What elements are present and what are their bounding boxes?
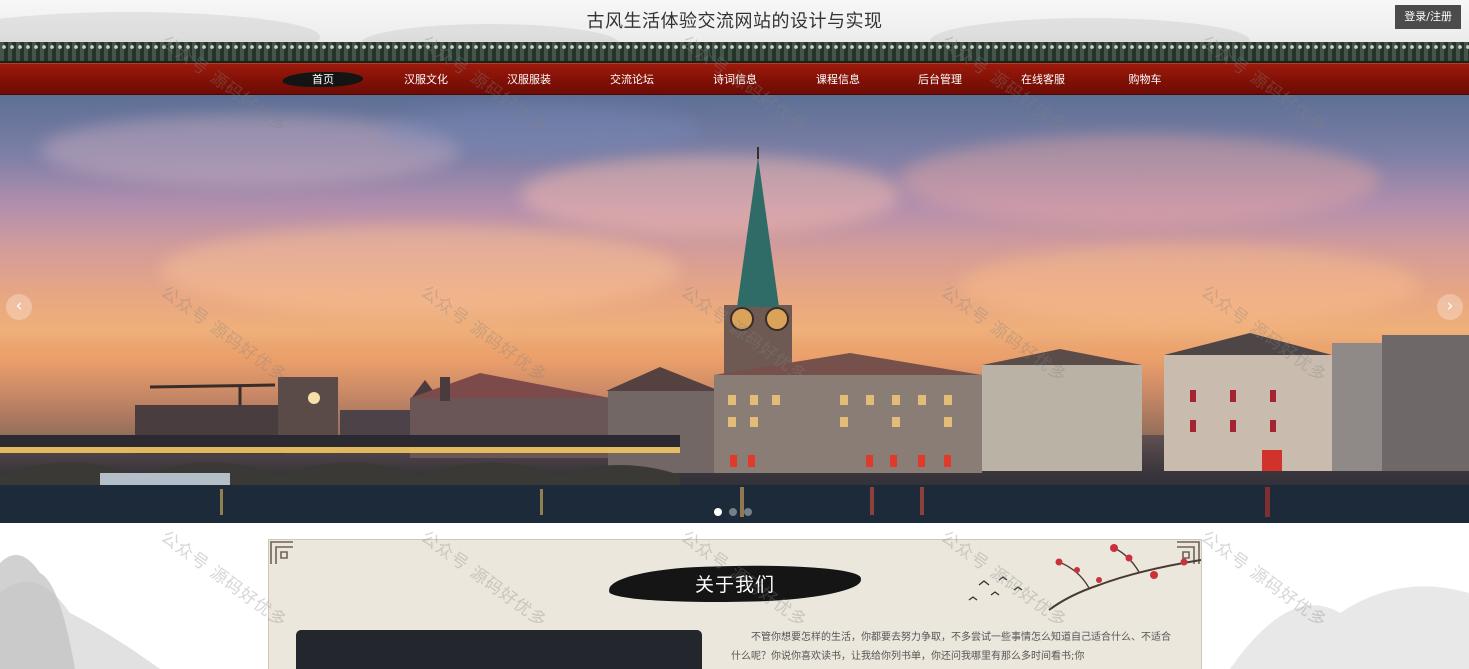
page: 古风生活体验交流网站的设计与实现 登录/注册 首页 汉服文化 汉服服装 交流论坛… bbox=[0, 0, 1469, 669]
about-text: 不管你想要怎样的生活，你都要去努力争取，不多尝试一些事情怎么知道自己适合什么、不… bbox=[731, 632, 1171, 662]
nav-item-poetry[interactable]: 诗词信息 bbox=[687, 64, 783, 95]
about-image bbox=[296, 630, 702, 669]
roof-tile-border bbox=[0, 42, 1469, 63]
nav-item-hanfu-clothing[interactable]: 汉服服装 bbox=[481, 64, 577, 95]
top-header: 古风生活体验交流网站的设计与实现 登录/注册 bbox=[0, 0, 1469, 42]
nav-item-label: 购物车 bbox=[1128, 73, 1162, 86]
nav-item-forum[interactable]: 交流论坛 bbox=[584, 64, 680, 95]
nav-item-label: 诗词信息 bbox=[713, 73, 757, 86]
nav-item-cart[interactable]: 购物车 bbox=[1097, 64, 1193, 95]
nav-item-home[interactable]: 首页 bbox=[275, 64, 371, 95]
nav-item-label: 首页 bbox=[312, 73, 334, 86]
about-heading: 关于我们 bbox=[694, 574, 775, 596]
nav-item-label: 交流论坛 bbox=[610, 73, 654, 86]
about-section: 关于我们 不管你想要怎样的生活，你都要去努力争取，不多尝试一些事情怎么知道自己适… bbox=[0, 523, 1469, 669]
carousel-dot[interactable] bbox=[729, 508, 737, 516]
carousel-dot[interactable] bbox=[714, 508, 722, 516]
nav-item-label: 后台管理 bbox=[918, 73, 962, 86]
carousel-next-arrow[interactable]: › bbox=[1437, 294, 1463, 320]
banner-carousel[interactable]: ‹ › bbox=[0, 95, 1469, 523]
corner-ornament-icon bbox=[270, 541, 293, 564]
main-nav: 首页 汉服文化 汉服服装 交流论坛 诗词信息 课程信息 后台管理 在线客服 购物… bbox=[0, 63, 1469, 95]
carousel-prev-arrow[interactable]: ‹ bbox=[6, 294, 32, 320]
nav-item-courses[interactable]: 课程信息 bbox=[790, 64, 886, 95]
carousel-dot[interactable] bbox=[744, 508, 752, 516]
login-register-button[interactable]: 登录/注册 bbox=[1395, 5, 1461, 29]
nav-item-customer-service[interactable]: 在线客服 bbox=[995, 64, 1091, 95]
nav-item-label: 汉服文化 bbox=[404, 73, 448, 86]
nav-item-admin[interactable]: 后台管理 bbox=[892, 64, 988, 95]
nav-item-label: 汉服服装 bbox=[507, 73, 551, 86]
city-skyline-image bbox=[0, 147, 1469, 523]
nav-item-label: 在线客服 bbox=[1021, 73, 1065, 86]
about-panel: 关于我们 不管你想要怎样的生活，你都要去努力争取，不多尝试一些事情怎么知道自己适… bbox=[268, 539, 1202, 669]
nav-item-label: 课程信息 bbox=[816, 73, 860, 86]
carousel-dots bbox=[714, 501, 759, 516]
plum-blossom-decoration bbox=[968, 544, 1201, 611]
nav-item-hanfu-culture[interactable]: 汉服文化 bbox=[378, 64, 474, 95]
site-title: 古风生活体验交流网站的设计与实现 bbox=[586, 11, 883, 32]
